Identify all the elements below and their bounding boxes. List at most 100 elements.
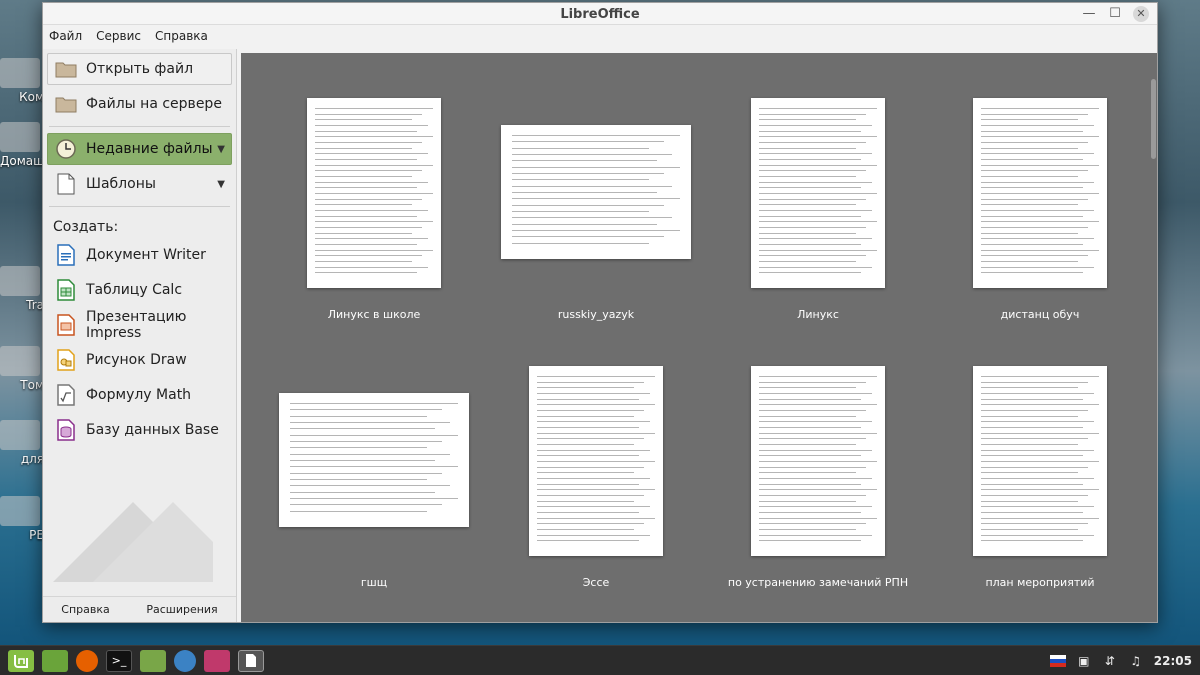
create-base-button[interactable]: Базу данных Base [47,414,232,446]
clock-icon [54,137,78,161]
text-line [981,381,1089,383]
text-line [315,227,423,228]
text-line [759,529,856,530]
browser-icon[interactable] [174,649,196,672]
create-writer-button[interactable]: Документ Writer [47,239,232,271]
terminal-icon[interactable]: >_ [106,649,132,672]
recent-document-thumbnail[interactable]: Линукс [707,63,929,331]
text-line [981,398,1083,400]
sound-icon[interactable]: ♫ [1128,653,1144,669]
text-line [512,135,680,136]
desktop-icon-file[interactable]: PE [0,496,44,542]
create-draw-button[interactable]: Рисунок Draw [47,344,232,376]
show-desktop-icon[interactable] [42,649,68,672]
text-line [981,261,1078,262]
text-line [981,255,1089,257]
text-line [759,512,861,513]
network-icon[interactable]: ⇵ [1102,653,1118,669]
chevron-down-icon[interactable]: ▼ [217,144,225,155]
document-name: дистанц обуч [1000,308,1080,321]
help-button[interactable]: Справка [61,603,109,616]
image-viewer-icon[interactable] [204,649,230,672]
minimize-icon[interactable]: — [1081,6,1097,22]
maximize-icon[interactable]: ☐ [1107,6,1123,22]
templates-label: Шаблоны [86,176,156,192]
recent-document-thumbnail[interactable]: гшщ [263,331,485,599]
scrollbar-thumb[interactable] [1151,79,1156,159]
desktop-icon-computer[interactable]: Ком [0,58,44,104]
text-line [290,434,458,436]
remote-files-button[interactable]: Файлы на сервере [47,88,232,120]
recent-document-thumbnail[interactable]: по устранению замечаний РПН [707,331,929,599]
window-title: LibreOffice [560,7,640,22]
desktop-icon-trash[interactable]: Tra [0,266,44,312]
text-line [759,438,867,440]
menu-tools[interactable]: Сервис [96,29,141,43]
clock[interactable]: 22:05 [1154,654,1192,668]
text-line [537,466,645,468]
text-line [759,489,877,491]
text-line [315,170,423,172]
recent-document-thumbnail[interactable]: план мероприятий [929,331,1151,599]
chevron-down-icon[interactable]: ▼ [217,179,225,190]
text-line [981,125,1094,126]
text-line [315,261,412,262]
desktop-icon-volume[interactable]: Том [0,346,44,392]
libreoffice-taskbar-icon[interactable] [238,649,264,672]
text-line [512,173,665,174]
text-line [512,160,657,162]
extensions-button[interactable]: Расширения [146,603,217,616]
text-line [759,449,872,451]
text-line [537,404,655,406]
text-line [537,489,655,491]
text-line [981,393,1094,394]
text-line [981,272,1083,274]
text-line [759,398,861,400]
mint-menu-icon[interactable] [8,649,34,672]
text-line [981,376,1099,377]
close-icon[interactable]: ✕ [1133,6,1149,22]
titlebar[interactable]: LibreOffice — ☐ ✕ [43,3,1157,25]
text-line [315,125,428,126]
create-calc-button[interactable]: Таблицу Calc [47,274,232,306]
text-line [981,170,1089,172]
text-line [759,130,861,132]
recent-document-thumbnail[interactable]: Линукс в школе [263,63,485,331]
recent-files-button[interactable]: Недавние файлы ▼ [47,133,232,165]
text-line [537,506,650,508]
shield-icon[interactable]: ▣ [1076,653,1092,669]
sidebar-footer: Справка Расширения [43,596,236,622]
desktop-icon-home[interactable]: Домаш [0,122,44,168]
desktop-icon-folder[interactable]: для [0,420,44,466]
sidebar-divider [49,206,230,207]
text-line [981,210,1094,211]
templates-button[interactable]: Шаблоны ▼ [47,168,232,200]
text-line [759,444,856,445]
text-line [981,181,1094,183]
text-line [290,409,443,411]
create-math-button[interactable]: Формулу Math [47,379,232,411]
text-line [290,466,458,468]
menu-file[interactable]: Файл [49,29,82,43]
recent-document-thumbnail[interactable]: Эссе [485,331,707,599]
menu-help[interactable]: Справка [155,29,208,43]
text-line [981,500,1078,502]
text-line [759,221,877,223]
text-line [537,444,634,445]
text-line [537,540,639,542]
recent-document-thumbnail[interactable]: russkiy_yazyk [485,63,707,331]
keyboard-layout-flag-icon[interactable] [1049,653,1066,669]
text-line [759,261,856,262]
text-line [759,272,861,274]
scrollbar[interactable] [1149,53,1157,622]
text-line [290,479,428,480]
firefox-icon[interactable] [76,649,98,672]
files-icon[interactable] [140,649,166,672]
create-impress-button[interactable]: Презентацию Impress [47,309,232,341]
text-line [537,387,634,389]
text-line [537,461,655,462]
recent-document-thumbnail[interactable]: дистанц обуч [929,63,1151,331]
open-file-button[interactable]: Открыть файл [47,53,232,85]
text-line [315,193,433,194]
text-line [981,108,1099,109]
